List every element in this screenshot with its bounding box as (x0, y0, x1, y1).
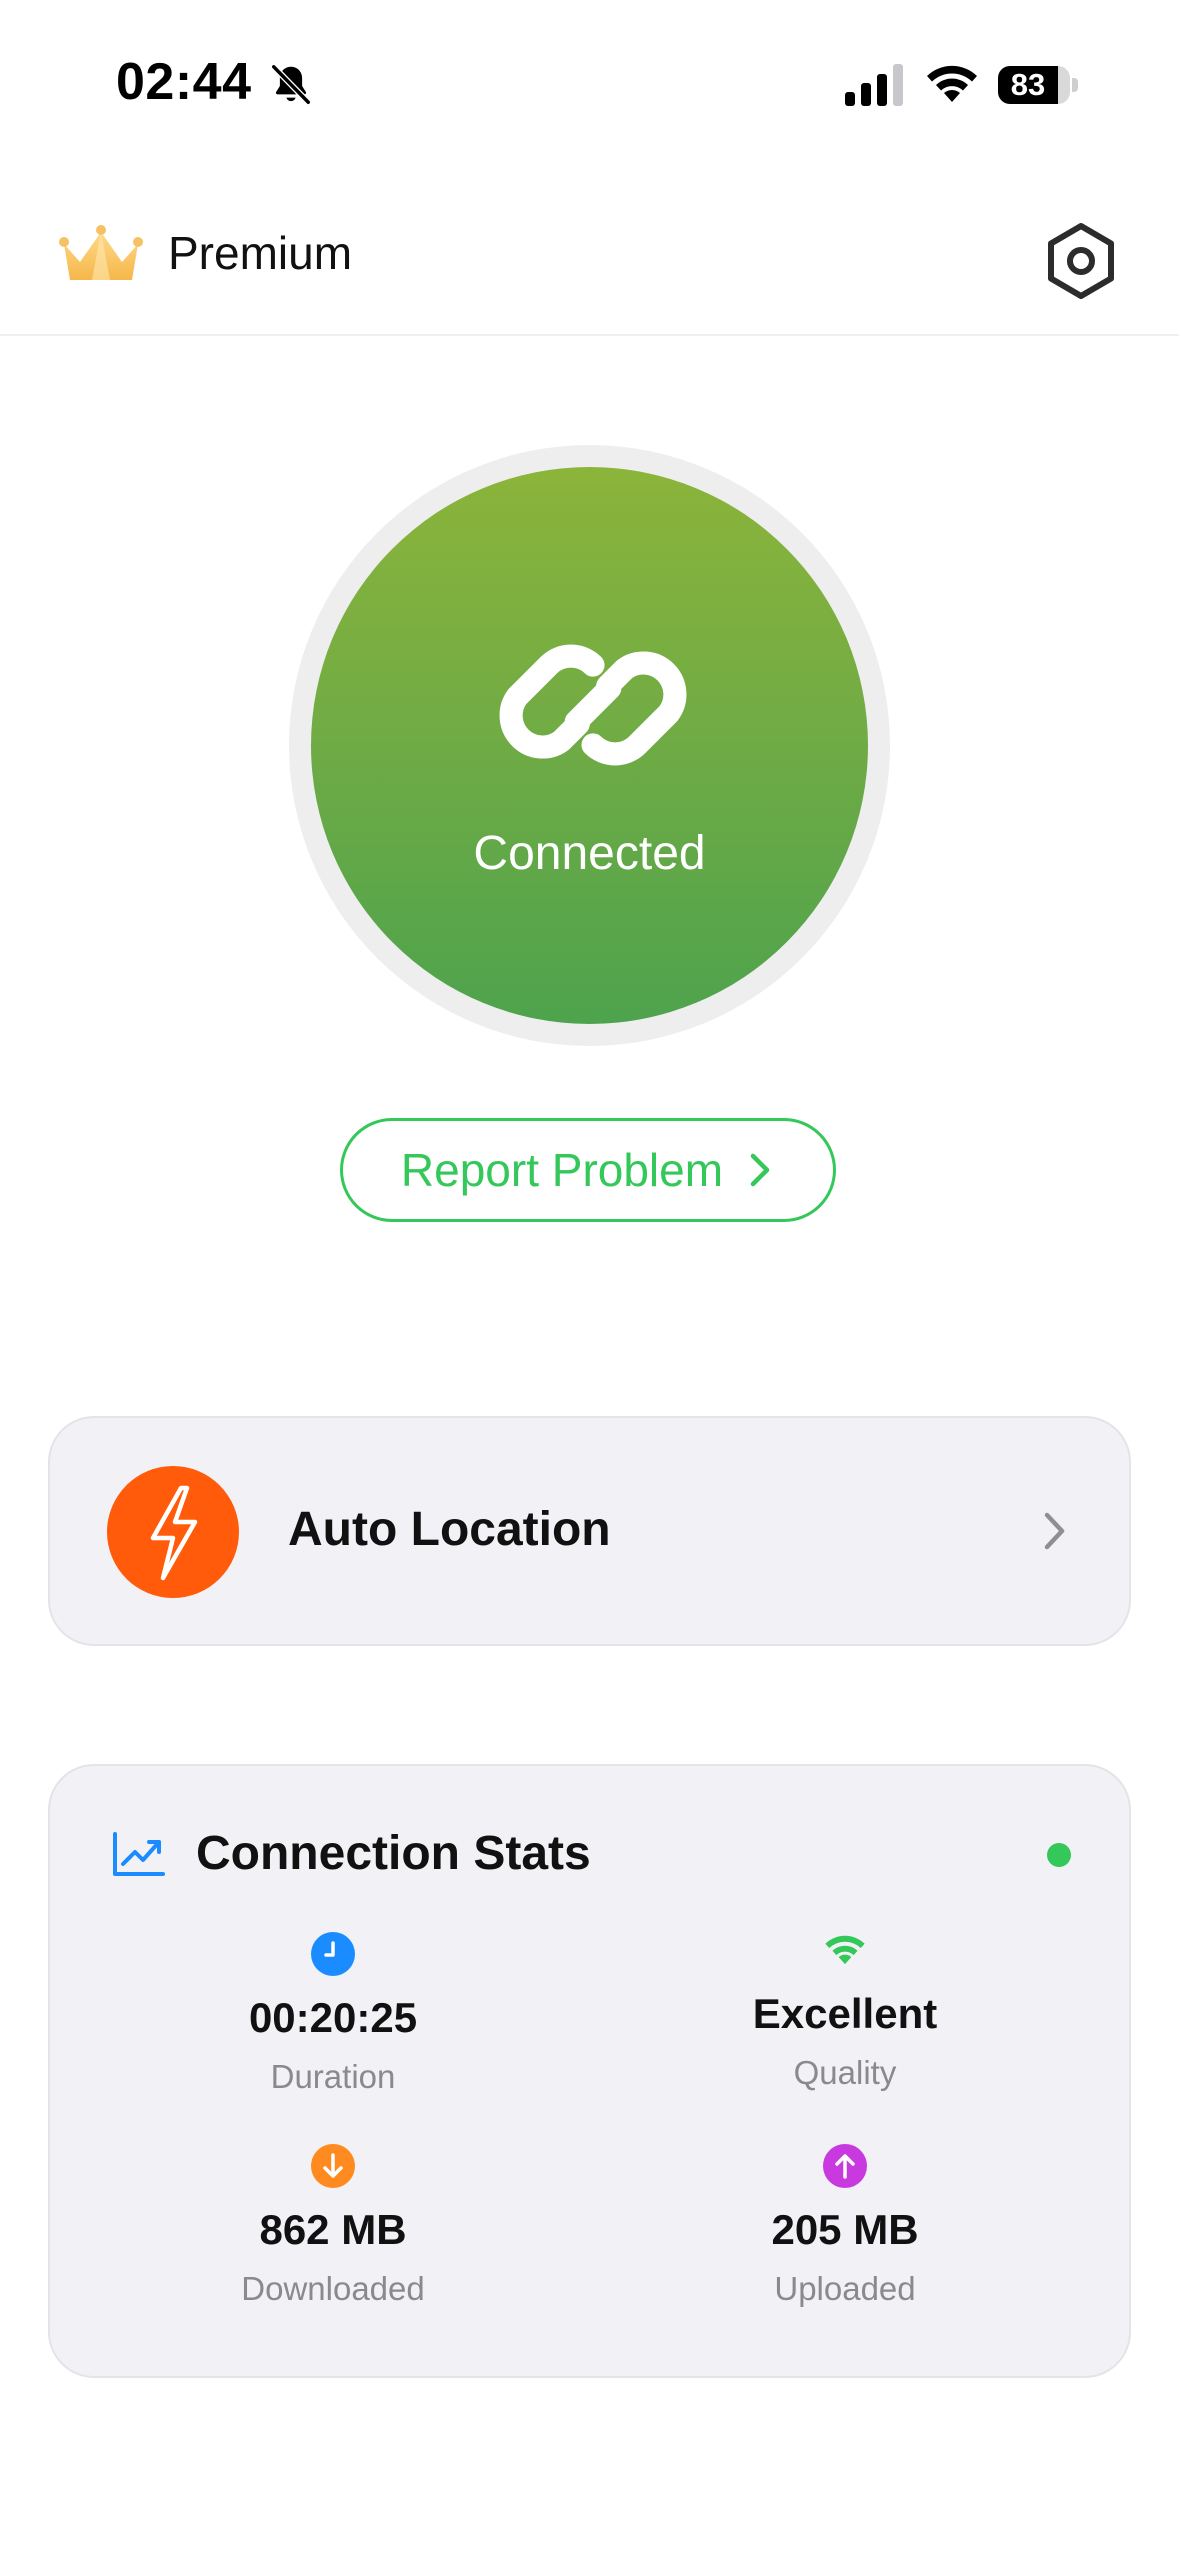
stat-label: Quality (793, 2054, 897, 2091)
upload-arrow-icon (823, 2144, 867, 2188)
stat-downloaded: 862 MB Downloaded (133, 2144, 533, 2308)
auto-location-label: Auto Location (288, 1503, 611, 1556)
chart-trend-icon (113, 1832, 165, 1876)
stat-value: 205 MB (771, 2206, 919, 2253)
stat-duration: 00:20:25 Duration (133, 1932, 533, 2096)
link-icon (499, 644, 687, 766)
stat-label: Duration (270, 2058, 396, 2095)
wifi-quality-icon (825, 1935, 865, 1965)
stat-uploaded: 205 MB Uploaded (645, 2144, 1045, 2308)
location-badge (107, 1466, 239, 1598)
report-problem-label: Report Problem (400, 1144, 724, 1196)
cellular-signal-icon (845, 64, 903, 106)
lightning-bolt-icon (150, 1485, 198, 1581)
clock-icon (311, 1932, 355, 1976)
bell-slash-icon (270, 63, 312, 106)
stat-value: Excellent (752, 1990, 938, 2037)
chevron-right-icon (750, 1153, 770, 1187)
battery-percent: 83 (1010, 67, 1046, 102)
premium-label[interactable]: Premium (168, 226, 352, 280)
report-problem-button[interactable]: Report Problem (340, 1118, 836, 1222)
stat-quality: Excellent Quality (645, 1928, 1045, 2092)
stats-title: Connection Stats (196, 1827, 591, 1880)
connection-status-label: Connected (473, 827, 706, 880)
stat-value: 00:20:25 (248, 1994, 418, 2041)
crown-icon (59, 225, 143, 280)
chevron-right-icon (1044, 1512, 1065, 1550)
settings-gear-icon[interactable] (1040, 220, 1122, 302)
stat-value: 862 MB (259, 2206, 407, 2253)
stat-label: Downloaded (241, 2270, 425, 2307)
stat-label: Uploaded (774, 2270, 916, 2307)
battery-icon: 83 (998, 62, 1080, 108)
download-arrow-icon (311, 2144, 355, 2188)
status-indicator-dot (1047, 1843, 1071, 1867)
status-time: 02:44 (116, 53, 252, 111)
wifi-icon (927, 65, 977, 102)
